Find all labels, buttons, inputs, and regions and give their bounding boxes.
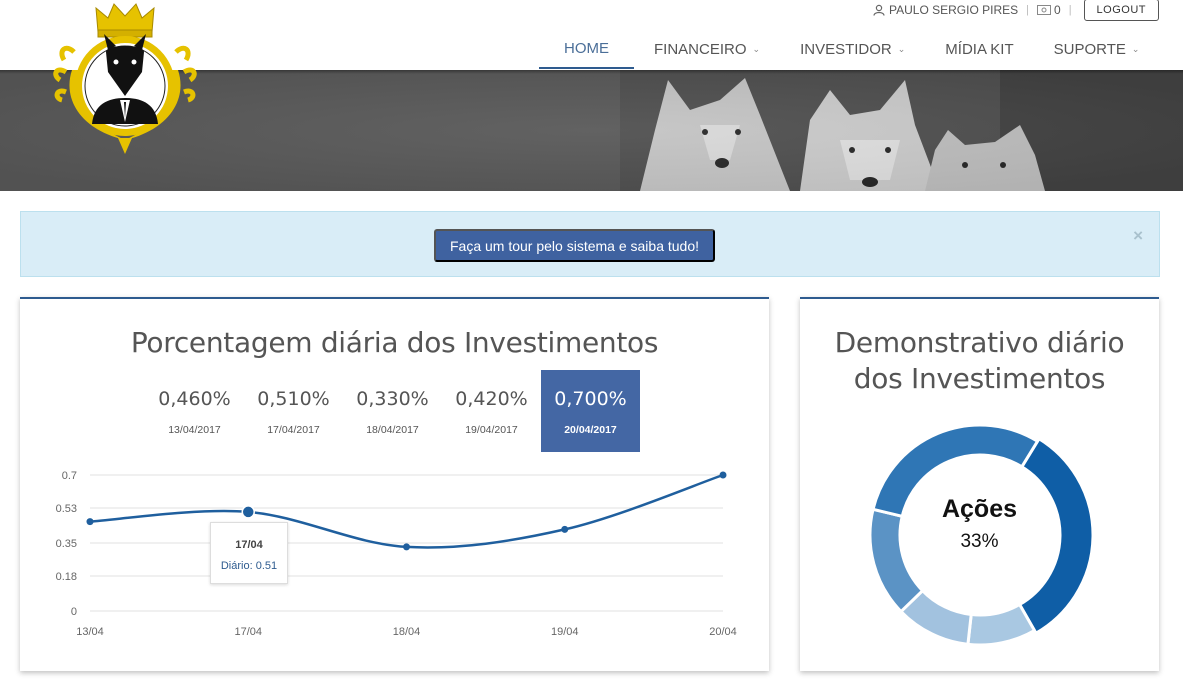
close-icon[interactable]: × [1133,226,1143,246]
y-tick-label: 0 [71,606,77,618]
donut-slice[interactable] [868,507,925,614]
nav-item-label: SUPORTE [1053,41,1126,58]
y-tick-label: 0.53 [56,503,77,515]
divider: | [1026,4,1029,16]
money-icon [1037,5,1051,15]
divider: | [1068,4,1072,16]
daily-percentage-panel: Porcentagem diária dos Investimentos 0,4… [20,297,769,671]
donut-center-label: Ações [941,495,1018,523]
x-tick-label: 18/04 [393,626,421,638]
x-tick-label: 20/04 [709,626,737,638]
daily-statement-panel: Demonstrativo diário dos Investimentos A… [800,297,1159,671]
wolf-crest-logo[interactable] [52,0,198,158]
main-nav: HOME FINANCEIRO ⌄ INVESTIDOR ⌄ MÍDIA KIT… [539,30,1159,70]
nav-item-label: MÍDIA KIT [945,41,1014,58]
investment-donut-chart[interactable] [800,299,1159,673]
chevron-down-icon: ⌄ [1131,44,1140,54]
x-tick-label: 19/04 [551,626,579,638]
donut-slice[interactable] [966,602,1037,647]
balance-value: 0 [1054,3,1061,17]
nav-item-financeiro[interactable]: FINANCEIRO ⌄ [634,30,780,69]
tooltip-value: Diário: 0.51 [220,560,278,572]
tour-alert: Faça um tour pelo sistema e saiba tudo! … [20,211,1160,277]
chart-tooltip: 17/04 Diário: 0.51 [210,522,288,584]
chevron-down-icon: ⌄ [897,44,906,54]
series-line [89,473,724,549]
tooltip-title: 17/04 [235,539,263,551]
nav-item-label: FINANCEIRO [654,41,747,58]
nav-item-suporte[interactable]: SUPORTE ⌄ [1034,30,1160,69]
user-name[interactable]: PAULO SERGIO PIRES [889,3,1018,17]
logout-button[interactable]: LOGOUT [1083,0,1159,21]
tour-button[interactable]: Faça um tour pelo sistema e saiba tudo! [434,229,715,262]
x-tick-label: 13/04 [76,626,104,638]
user-bar: PAULO SERGIO PIRES | 0 | LOGOUT [873,0,1159,21]
nav-item-label: HOME [564,40,609,57]
chevron-down-icon: ⌄ [752,44,761,54]
nav-item-home[interactable]: HOME [539,30,634,69]
nav-item-investidor[interactable]: INVESTIDOR ⌄ [780,30,925,69]
data-point[interactable] [86,518,94,526]
y-tick-label: 0.18 [56,571,77,583]
user-icon [873,4,885,16]
daily-line-chart[interactable]: 0 0.18 0.35 0.53 0.7 13/04 17/04 18/04 19/04 20/0… [20,299,769,673]
donut-center-value: 33% [960,531,999,552]
data-point[interactable] [719,471,727,479]
data-point-highlighted[interactable] [241,505,255,519]
x-tick-label: 17/04 [234,626,262,638]
data-point[interactable] [561,525,569,533]
y-tick-label: 0.7 [62,470,77,482]
data-point[interactable] [403,543,410,551]
y-tick-label: 0.35 [56,538,77,550]
nav-item-label: INVESTIDOR [800,41,892,58]
nav-item-midia-kit[interactable]: MÍDIA KIT [925,30,1033,69]
